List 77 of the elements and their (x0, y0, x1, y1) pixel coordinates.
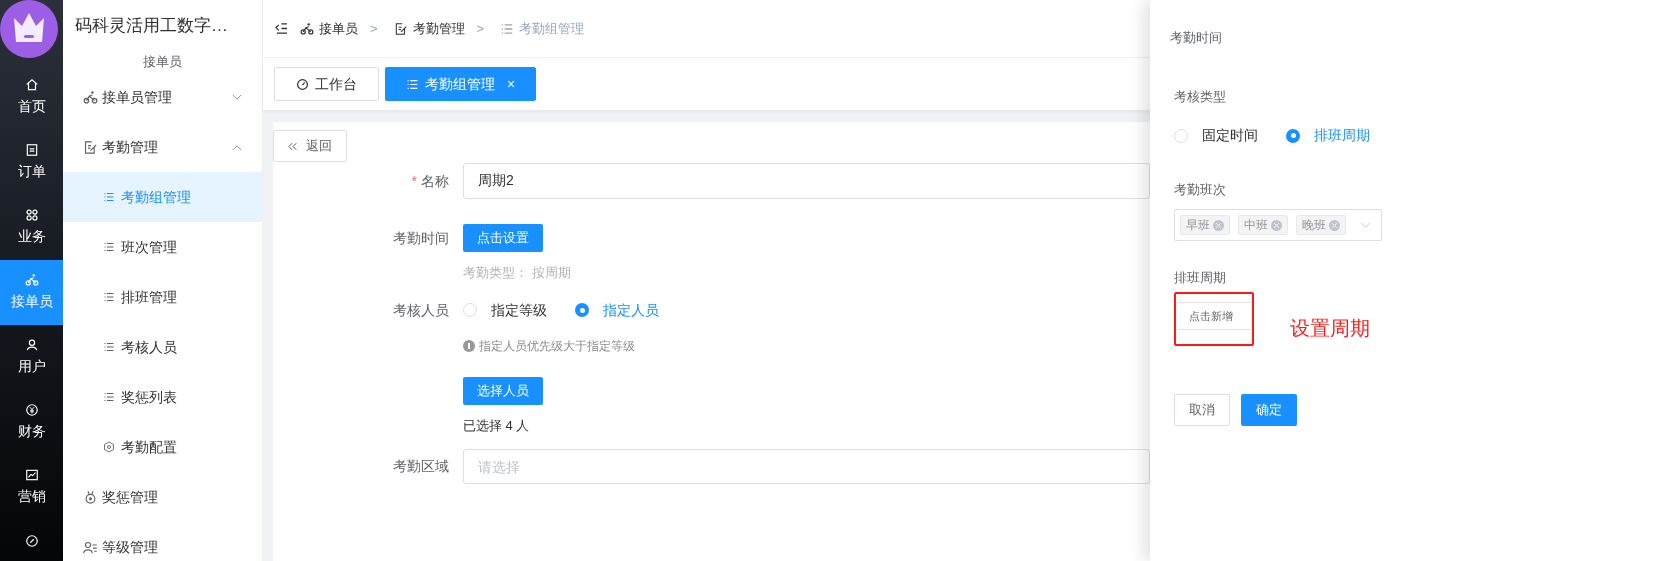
remove-icon[interactable] (1213, 219, 1224, 231)
field-label: 考核类型 (1174, 89, 1226, 104)
nav-rail-item[interactable]: 用户 (0, 325, 63, 390)
nav-rail-item[interactable]: 业务 (0, 195, 63, 260)
select-field[interactable]: 请选择 (463, 449, 1150, 484)
field-label: 排班周期 (1174, 270, 1226, 285)
breadcrumb-link[interactable]: 接单员 (300, 18, 358, 39)
user-icon (24, 338, 39, 352)
document-icon (24, 143, 39, 157)
sidebar-item[interactable]: 等级管理 (63, 522, 262, 561)
remove-icon[interactable] (1271, 219, 1282, 231)
double-chevron-icon (288, 141, 298, 151)
form-label: 考核人员 (393, 300, 449, 320)
gauge-icon (296, 77, 309, 91)
sidebar-subitem[interactable]: 考核人员 (63, 322, 262, 372)
remove-icon[interactable] (1329, 219, 1340, 231)
medal-icon (83, 489, 98, 505)
nav-rail-item[interactable]: 财务 (0, 390, 63, 455)
sidebar-item[interactable]: 接单员管理 (63, 72, 262, 122)
sidebar-subitem[interactable]: 班次管理 (63, 222, 262, 272)
crown-logo (0, 0, 58, 58)
list-icon (103, 291, 115, 303)
form-label: * 名称 (411, 171, 449, 191)
breadcrumb-separator: > (476, 19, 485, 38)
app-title: 码科灵活用工数字… (75, 15, 228, 38)
info-icon (463, 339, 475, 352)
drawer-title: 考勤时间 (1170, 30, 1222, 45)
list-icon (103, 391, 115, 403)
radio-option[interactable]: 固定时间 (1174, 125, 1258, 146)
chart-icon (24, 468, 39, 482)
breadcrumb-link[interactable]: 考勤管理 (393, 18, 465, 39)
annotation-text: 设置周期 (1290, 316, 1370, 341)
edit-icon (83, 139, 98, 155)
cancel-button[interactable]: 取消 (1174, 394, 1230, 426)
coin-icon (24, 403, 39, 417)
sidebar-subitem[interactable]: 考勤配置 (63, 422, 262, 472)
hexagon-icon (103, 441, 115, 453)
sidebar-subitem[interactable]: 排班管理 (63, 272, 262, 322)
table-cell[interactable]: 点击新增 (1177, 302, 1251, 330)
nav-rail-item[interactable]: 首页 (0, 65, 63, 130)
section-label: 接单员 (142, 53, 183, 72)
list-icon (103, 241, 115, 253)
home-icon (24, 78, 39, 92)
type-note: 考勤类型： 按周期 (463, 264, 571, 282)
cyclist-icon (300, 21, 314, 36)
page-tab[interactable]: 工作台 (274, 67, 379, 101)
field-label: 考勤班次 (1174, 182, 1226, 197)
back-button[interactable]: 返回 (273, 130, 347, 162)
chevron-icon (232, 143, 242, 151)
cyclist-icon (83, 89, 98, 105)
chevron-icon (232, 93, 242, 101)
list-icon (103, 191, 115, 203)
caret-icon (1360, 221, 1371, 229)
shift-tag: 晚班 (1296, 215, 1346, 235)
link-icon (24, 533, 39, 548)
collapse-menu-icon[interactable] (275, 23, 288, 34)
shift-tag: 早班 (1180, 215, 1230, 235)
list-icon (103, 341, 115, 353)
form-label: 考勤区域 (393, 457, 449, 476)
selected-count: 已选择 4 人 (463, 416, 530, 435)
nav-rail-item[interactable]: 订单 (0, 130, 63, 195)
hint-text: 指定人员优先级大于指定等级 (479, 337, 635, 355)
radio-option[interactable]: 指定等级 (463, 299, 547, 321)
form-label: 考勤时间 (393, 228, 449, 248)
grid-icon (24, 208, 39, 222)
cyclist-icon (24, 273, 39, 287)
sidebar-item[interactable]: 考勤管理 (63, 122, 262, 172)
edit-icon (393, 21, 408, 36)
nav-rail-item[interactable]: 营销 (0, 455, 63, 520)
breadcrumb-separator: > (370, 19, 378, 38)
shift-tag: 中班 (1238, 215, 1288, 235)
list-icon (406, 77, 419, 91)
user-list-icon (83, 539, 98, 555)
list-icon (500, 21, 515, 36)
sidebar-item[interactable]: 奖惩管理 (63, 472, 262, 522)
sidebar-subitem[interactable]: 奖惩列表 (63, 372, 262, 422)
text-input[interactable]: 周期2 (463, 163, 1150, 199)
